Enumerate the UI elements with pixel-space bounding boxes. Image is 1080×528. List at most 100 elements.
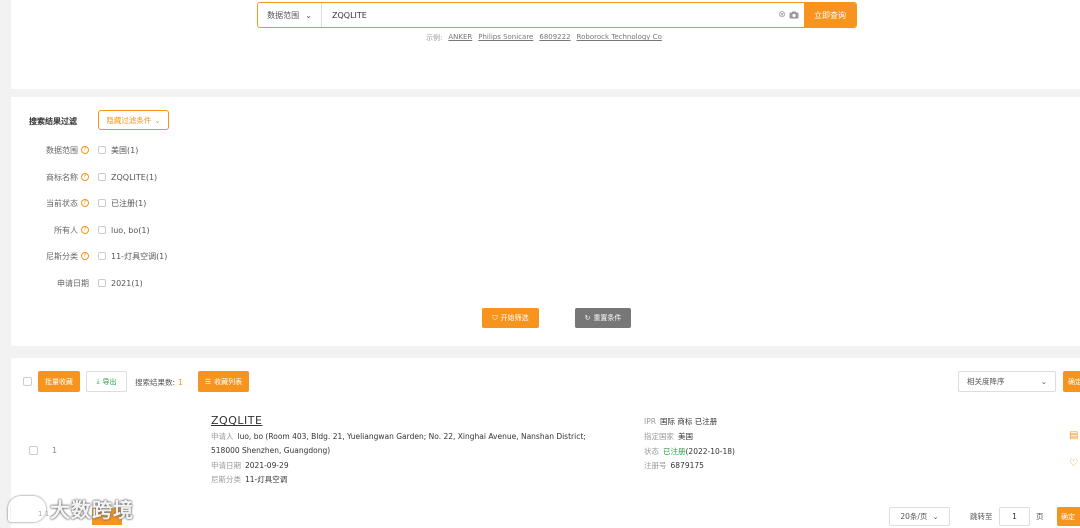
filter-row-trademark-name: 商标名称? ZQQLITE(1) [11, 170, 157, 184]
favorites-list-label: 收藏列表 [214, 377, 243, 386]
example-link[interactable]: Roborock Technology Co [577, 33, 662, 43]
filter-row-owner: 所有人? luo, bo(1) [11, 223, 150, 237]
result-count-value: 1 [178, 378, 183, 387]
help-icon[interactable]: ? [81, 146, 89, 154]
filter-icon: ⛉ [492, 313, 498, 322]
search-button[interactable]: 立即查询 [804, 3, 856, 27]
chevron-down-icon: ⌄ [932, 512, 939, 521]
jump-confirm-button[interactable]: 确定 [1057, 507, 1080, 526]
filter-value[interactable]: 11-灯具空调(1) [111, 251, 167, 262]
filter-checkbox[interactable] [98, 199, 106, 207]
sort-select[interactable]: 相关度降序 ⌄ [958, 371, 1056, 392]
sort-select-label: 相关度降序 [967, 377, 1005, 386]
jump-page-input[interactable] [999, 507, 1030, 526]
trademark-title-link[interactable]: ZQQLITE [211, 414, 262, 427]
filter-label: 数据范围 [46, 145, 78, 155]
filter-label: 当前状态 [46, 198, 78, 208]
jump-label: 跳转至 [970, 512, 993, 521]
applicant-value-cont: 518000 Shenzhen, Guangdong) [211, 446, 331, 455]
list-icon: ☰ [204, 377, 212, 386]
filter-checkbox[interactable] [98, 146, 106, 154]
filter-row-data-scope: 数据范围? 美国(1) [11, 143, 138, 157]
filter-label: 所有人 [54, 225, 78, 235]
filter-checkbox[interactable] [98, 226, 106, 234]
apply-date-value: 2021-09-29 [245, 461, 289, 470]
sort-confirm-button[interactable]: 确定 [1063, 371, 1080, 392]
watermark-text: 大数跨境 [50, 498, 134, 522]
filter-label: 申请日期 [57, 278, 89, 288]
filter-label: 尼斯分类 [46, 251, 78, 261]
filter-row-status: 当前状态? 已注册(1) [11, 196, 146, 210]
applicant-line-2: 518000 Shenzhen, Guangdong) [211, 446, 330, 455]
nice-class-value: 11-灯具空调 [245, 475, 288, 484]
clear-icon[interactable]: ⊗ [776, 10, 788, 20]
search-input[interactable] [322, 3, 776, 27]
result-index: 1 [52, 446, 58, 455]
search-panel: 数据范围 ⌄ ⊗ 立即查询 示例: ANKER Philips Sonicare… [11, 0, 1080, 89]
nice-class-line: 尼斯分类 11-灯具空调 [211, 474, 287, 485]
filter-value[interactable]: luo, bo(1) [111, 226, 150, 235]
filter-checkbox[interactable] [98, 252, 106, 260]
filter-panel: 搜索结果过滤 隐藏过滤条件 ⌄ 数据范围? 美国(1) 商标名称? ZQQLIT… [11, 97, 1080, 346]
filter-checkbox[interactable] [98, 279, 106, 287]
status-line: 状态 已注册(2022-10-18) [644, 446, 735, 457]
country-key: 指定国家 [644, 432, 674, 441]
help-icon[interactable]: ? [81, 252, 89, 260]
country-line: 指定国家 美国 [644, 431, 693, 442]
regno-line: 注册号 6879175 [644, 460, 704, 471]
hide-filters-button[interactable]: 隐藏过滤条件 ⌄ [98, 110, 169, 130]
download-icon: ⤓ [96, 377, 100, 385]
export-button[interactable]: ⤓ 导出 [86, 371, 127, 392]
start-filter-button[interactable]: ⛉ 开始筛选 [482, 308, 539, 328]
status-date: (2022-10-18) [685, 447, 735, 456]
apply-date-key: 申请日期 [211, 461, 241, 470]
results-panel: 批量收藏 ⤓ 导出 搜索结果数: 1 ☰ 收藏列表 相关度降序 ⌄ 确定 1 ZQ… [11, 358, 1080, 528]
camera-icon[interactable] [788, 11, 800, 19]
result-checkbox[interactable] [29, 446, 38, 455]
regno-key: 注册号 [644, 461, 667, 470]
example-link[interactable]: 6809222 [539, 33, 570, 43]
scope-select-label: 数据范围 [267, 10, 300, 20]
chevron-down-icon: ⌄ [154, 115, 161, 125]
applicant-line: 申请人 luo, bo (Room 403, Bldg. 21, Yueliang… [211, 431, 586, 442]
page-size-label: 20条/页 [900, 512, 928, 521]
filter-checkbox[interactable] [98, 173, 106, 181]
watermark-logo-icon [8, 495, 46, 522]
batch-favorite-button[interactable]: 批量收藏 [38, 371, 80, 392]
help-icon[interactable]: ? [81, 173, 89, 181]
export-label: 导出 [102, 377, 117, 386]
reset-filter-button[interactable]: ↻ 重置条件 [575, 308, 631, 328]
help-icon[interactable]: ? [81, 226, 89, 234]
filter-value[interactable]: ZQQLITE(1) [111, 173, 157, 182]
search-bar: 数据范围 ⌄ ⊗ 立即查询 [257, 2, 857, 28]
apply-date-line: 申请日期 2021-09-29 [211, 460, 289, 471]
document-icon[interactable]: ▤ [1069, 430, 1078, 441]
ipr-key: IPR [644, 417, 656, 426]
page-size-select[interactable]: 20条/页 ⌄ [889, 507, 950, 526]
search-examples: 示例: ANKER Philips Sonicare 6809222 Robor… [426, 33, 662, 43]
filter-value[interactable]: 美国(1) [111, 145, 138, 156]
status-value: 已注册 [663, 447, 686, 456]
start-filter-label: 开始筛选 [500, 314, 529, 322]
filter-row-nice-class: 尼斯分类? 11-灯具空调(1) [11, 249, 167, 263]
examples-prefix: 示例: [426, 34, 443, 42]
heart-icon[interactable]: ♡ [1069, 458, 1078, 469]
ipr-line: IPR 国际 商标 已注册 [644, 416, 717, 427]
result-count-label: 搜索结果数: [135, 378, 176, 387]
favorites-list-button[interactable]: ☰ 收藏列表 [198, 371, 249, 392]
select-all-checkbox[interactable] [23, 377, 32, 386]
nice-class-key: 尼斯分类 [211, 475, 241, 484]
scope-select[interactable]: 数据范围 ⌄ [258, 3, 322, 27]
example-link[interactable]: ANKER [448, 33, 472, 43]
applicant-key: 申请人 [211, 432, 234, 441]
hide-filters-label: 隐藏过滤条件 [106, 115, 152, 125]
chevron-down-icon: ⌄ [1040, 377, 1047, 386]
filter-value[interactable]: 2021(1) [111, 279, 143, 288]
country-value: 美国 [678, 432, 693, 441]
example-link[interactable]: Philips Sonicare [478, 33, 533, 43]
help-icon[interactable]: ? [81, 199, 89, 207]
applicant-value: luo, bo (Room 403, Bldg. 21, Yueliangwan… [237, 432, 586, 441]
filter-title: 搜索结果过滤 [29, 117, 77, 126]
filter-value[interactable]: 已注册(1) [111, 198, 146, 209]
ipr-value: 国际 商标 已注册 [659, 417, 718, 426]
